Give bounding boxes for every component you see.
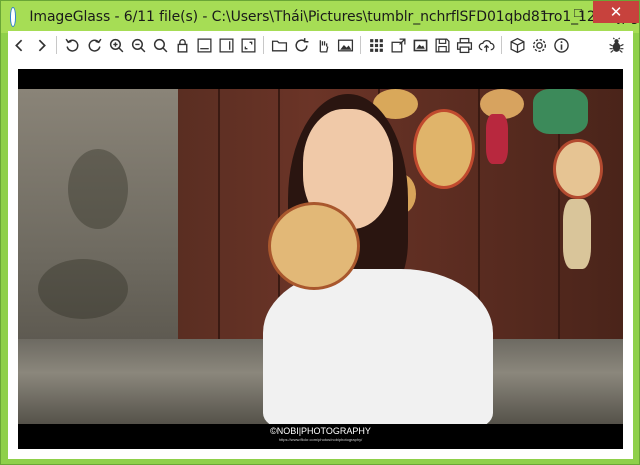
zoom-out-icon xyxy=(131,38,146,52)
photo-wall-stain xyxy=(38,259,128,319)
fullscreen-icon xyxy=(391,37,406,53)
save-button[interactable] xyxy=(432,34,453,56)
photo-mask xyxy=(486,114,508,164)
info-button[interactable] xyxy=(551,34,572,56)
zoom-to-fit-button[interactable] xyxy=(150,34,171,56)
save-icon xyxy=(435,37,450,53)
window-controls: — □ ✕ xyxy=(533,1,639,23)
scale-height-icon xyxy=(219,37,234,53)
photo-subject-dress xyxy=(263,269,493,424)
open-folder-icon xyxy=(271,40,288,51)
forward-button[interactable] xyxy=(31,34,52,56)
settings-button[interactable] xyxy=(529,34,550,56)
checkerboard-button[interactable] xyxy=(366,34,387,56)
open-folder-button[interactable] xyxy=(269,34,290,56)
watermark-url: https://www.flickr.com/photos/nobiphotog… xyxy=(278,437,363,442)
fullscreen-button[interactable] xyxy=(388,34,409,56)
zoom-in-button[interactable] xyxy=(106,34,127,56)
photo-mask xyxy=(563,199,591,269)
checkerboard-icon xyxy=(370,38,383,52)
photo-mask xyxy=(553,139,603,199)
back-icon xyxy=(15,39,23,51)
toolbar-separator xyxy=(56,36,57,54)
scale-width-button[interactable] xyxy=(194,34,215,56)
lock-zoom-icon xyxy=(177,38,188,53)
settings-icon xyxy=(532,38,547,52)
upload-icon xyxy=(478,39,495,52)
imageglass-logo-icon[interactable] xyxy=(11,8,16,26)
app-window: ImageGlass - 6/11 file(s) - C:\Users\Thá… xyxy=(0,0,640,465)
print-button[interactable] xyxy=(454,34,475,56)
goto-image-button[interactable] xyxy=(313,34,334,56)
upload-button[interactable] xyxy=(476,34,497,56)
photo-held-mask xyxy=(268,202,360,290)
lock-zoom-button[interactable] xyxy=(172,34,193,56)
thumbnail-button[interactable] xyxy=(335,34,356,56)
title-bar[interactable]: ImageGlass - 6/11 file(s) - C:\Users\Thá… xyxy=(1,1,639,33)
rotate-left-icon xyxy=(65,38,79,52)
minimize-button[interactable]: — xyxy=(533,1,563,23)
refresh-icon xyxy=(295,37,309,52)
toolbar-separator xyxy=(501,36,502,54)
report-bug-button[interactable] xyxy=(606,34,627,56)
photo-mask xyxy=(413,109,475,189)
thumbnail-icon xyxy=(337,39,354,51)
info-icon xyxy=(554,37,569,53)
displayed-photo[interactable]: ©NOBI|PHOTOGRAPHY https://www.flickr.com… xyxy=(18,69,623,449)
rotate-right-icon xyxy=(88,38,102,52)
photo-scene xyxy=(18,89,623,424)
photo-mask xyxy=(533,89,588,134)
toolbar-separator xyxy=(360,36,361,54)
extension-icon xyxy=(510,37,525,53)
slideshow-button[interactable] xyxy=(410,34,431,56)
auto-zoom-button[interactable] xyxy=(238,34,259,56)
zoom-to-fit-icon xyxy=(153,38,168,52)
scale-height-button[interactable] xyxy=(216,34,237,56)
photo-watermark: ©NOBI|PHOTOGRAPHY https://www.flickr.com… xyxy=(18,425,623,449)
rotate-right-button[interactable] xyxy=(84,34,105,56)
rotate-left-button[interactable] xyxy=(62,34,83,56)
goto-image-icon xyxy=(319,39,329,53)
print-icon xyxy=(456,37,473,53)
scale-width-icon xyxy=(197,37,212,53)
bug-report-icon xyxy=(609,36,624,53)
forward-icon xyxy=(38,39,46,51)
back-button[interactable] xyxy=(9,34,30,56)
close-button[interactable]: ✕ xyxy=(593,1,639,23)
maximize-button[interactable]: □ xyxy=(563,1,593,23)
zoom-in-icon xyxy=(109,38,124,52)
toolbar-separator xyxy=(263,36,264,54)
refresh-button[interactable] xyxy=(291,34,312,56)
zoom-out-button[interactable] xyxy=(128,34,149,56)
watermark-main: ©NOBI|PHOTOGRAPHY xyxy=(270,426,371,436)
auto-zoom-icon xyxy=(241,37,256,53)
slideshow-icon xyxy=(413,39,428,51)
extension-button[interactable] xyxy=(507,34,528,56)
toolbar xyxy=(8,31,633,59)
photo-wall-stain xyxy=(68,149,128,229)
image-viewer[interactable]: ©NOBI|PHOTOGRAPHY https://www.flickr.com… xyxy=(8,59,633,459)
